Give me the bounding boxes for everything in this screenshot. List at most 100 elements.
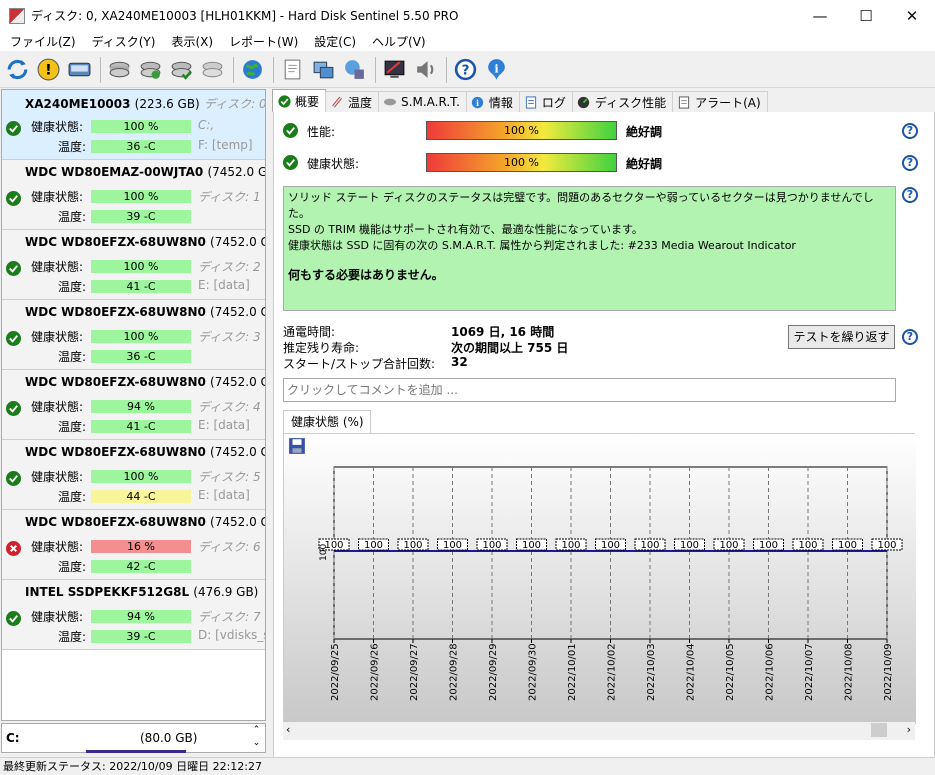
disk-list-item[interactable]: WDC WD80EFZX-68UW8N0 (7452.0 GB) 健康状態: 温度…	[2, 510, 265, 580]
power-on-label: 通電時間:	[283, 325, 336, 339]
chart-hscrollbar[interactable]: ‹ ›	[283, 722, 915, 740]
menu-report[interactable]: レポート(W)	[221, 33, 306, 50]
disk-name: WDC WD80EFZX-68UW8N0 (7452.0 GB)	[25, 305, 265, 319]
menu-help[interactable]: ヘルプ(V)	[364, 33, 434, 50]
hdd-info-icon[interactable]	[105, 55, 134, 84]
disk-volume-info: E: [data]	[198, 278, 250, 292]
tab-temperature[interactable]: 温度	[325, 91, 380, 112]
tab-alerts[interactable]: アラート(A)	[672, 91, 768, 112]
disk-health-bar: 100 %	[91, 260, 191, 273]
chart-tab-health[interactable]: 健康状態 (%)	[283, 410, 371, 433]
svg-text:i: i	[494, 62, 499, 76]
toolbar-separator	[100, 56, 101, 83]
temp-label: 温度:	[58, 210, 87, 224]
monitor-icon[interactable]	[380, 55, 409, 84]
status-line: SSD の TRIM 機能はサポートされ有効で、最適な性能になっています。	[288, 223, 643, 236]
tab-label: ログ	[541, 95, 566, 110]
health-chart-svg: 2022/09/25 2022/09/26 2022/09/27 2022/09/28…	[284, 434, 916, 724]
data-label: 100	[759, 540, 778, 551]
disk-temp-bar: 41 -C	[91, 420, 191, 433]
toolbar-separator	[233, 56, 234, 83]
status-line: ソリッド ステート ディスクのステータスは完璧です。問題のあるセクターや弱ってい…	[288, 191, 874, 220]
status-description: ソリッド ステート ディスクのステータスは完璧です。問題のあるセクターや弱ってい…	[283, 186, 896, 311]
retest-button[interactable]: テストを繰り返す	[788, 325, 895, 349]
tab-overview[interactable]: 概要	[272, 89, 327, 112]
gauge-icon	[577, 95, 591, 109]
health-meter: 100 %	[426, 153, 617, 172]
menu-view[interactable]: 表示(X)	[163, 33, 221, 50]
health-status-icon	[283, 155, 298, 170]
perf-label: 性能:	[307, 125, 336, 139]
svg-text:?: ?	[462, 63, 470, 79]
ok-status-icon	[6, 331, 21, 346]
hdd-test-icon[interactable]	[136, 55, 165, 84]
hdd-tool-icon[interactable]	[198, 55, 227, 84]
disk-list-item[interactable]: XA240ME10003 (223.6 GB) ディスク: 0 健康状態: 温度: 1…	[2, 90, 265, 160]
health-label: 健康状態:	[31, 470, 84, 484]
disk-icon[interactable]	[65, 55, 94, 84]
menu-file[interactable]: ファイル(Z)	[2, 33, 84, 50]
info-icon[interactable]: i	[482, 55, 511, 84]
network-icon[interactable]	[340, 55, 369, 84]
tab-info[interactable]: i 情報	[465, 91, 520, 112]
health-label: 健康状態:	[31, 400, 84, 414]
tab-label: 概要	[295, 94, 320, 109]
disk-list: XA240ME10003 (223.6 GB) ディスク: 0 健康状態: 温度: 1…	[1, 89, 266, 721]
data-label: 100	[640, 540, 659, 551]
temp-label: 温度:	[58, 280, 87, 294]
hdd-check-icon[interactable]	[167, 55, 196, 84]
ok-status-icon	[6, 401, 21, 416]
check-icon	[277, 94, 291, 108]
disk-health-bar: 100 %	[91, 190, 191, 203]
help-icon[interactable]: ?	[451, 55, 480, 84]
disk-side-info: C:,	[198, 118, 215, 132]
help-icon[interactable]: ?	[902, 187, 918, 203]
tab-smart[interactable]: S.M.A.R.T.	[378, 91, 467, 112]
close-button[interactable]: ✕	[889, 0, 935, 31]
disk-side-info: ディスク: 4	[198, 400, 261, 414]
help-icon[interactable]: ?	[902, 123, 918, 139]
x-tick-label: 2022/10/01	[567, 643, 578, 701]
disk-health-bar: 100 %	[91, 330, 191, 343]
disk-list-item[interactable]: WDC WD80EFZX-68UW8N0 (7452.0 GB) 健康状態: 温度…	[2, 300, 265, 370]
maximize-button[interactable]: ☐	[843, 0, 889, 31]
tab-log[interactable]: ログ	[518, 91, 573, 112]
disk-volume-info: F: [temp]	[198, 138, 253, 152]
info-icon: i	[471, 95, 485, 109]
x-tick-label: 2022/10/09	[883, 643, 894, 701]
disk-name: WDC WD80EFZX-68UW8N0 (7452.0 GB)	[25, 445, 265, 459]
health-label: 健康状態:	[307, 157, 360, 171]
disk-side-info: ディスク: 5	[198, 470, 261, 484]
menu-settings[interactable]: 設定(C)	[306, 33, 364, 50]
refresh-icon[interactable]	[3, 55, 32, 84]
disk-health-bar: 100 %	[91, 470, 191, 483]
disk-list-item[interactable]: WDC WD80EFZX-68UW8N0 (7452.0 GB) 健康状態: 温度…	[2, 440, 265, 510]
error-status-icon	[6, 541, 21, 556]
warning-icon[interactable]: !	[34, 55, 63, 84]
disk-list-item[interactable]: INTEL SSDPEKKF512G8L (476.9 GB) 健康状態: 温度:…	[2, 580, 265, 650]
sound-icon[interactable]	[411, 55, 440, 84]
globe-icon[interactable]	[238, 55, 267, 84]
tab-label: S.M.A.R.T.	[401, 95, 460, 109]
svg-text:!: !	[45, 62, 52, 79]
perf-rating: 絶好調	[626, 125, 663, 139]
sync-icon[interactable]	[309, 55, 338, 84]
disk-list-item[interactable]: WDC WD80EFZX-68UW8N0 (7452.0 GB) 健康状態: 温度…	[2, 230, 265, 300]
disk-list-item[interactable]: WDC WD80EFZX-68UW8N0 (7452.0 GB) 健康状態: 温度…	[2, 370, 265, 440]
save-icon[interactable]	[288, 437, 306, 455]
overview-panel: 性能: 100 % 絶好調 ? 健康状態: 100 % 絶好調 ? ソリッド ス…	[273, 112, 935, 758]
tab-performance[interactable]: ディスク性能	[571, 91, 674, 112]
volume-scrollbar[interactable]: ⌃ ⌄	[248, 724, 265, 752]
comment-input[interactable]: クリックしてコメントを追加 ...	[283, 378, 896, 402]
help-icon[interactable]: ?	[902, 329, 918, 345]
disk-name: INTEL SSDPEKKF512G8L (476.9 GB)	[25, 585, 259, 599]
alert-doc-icon	[677, 95, 691, 109]
health-chart: 2022/09/25 2022/09/26 2022/09/27 2022/09/28…	[283, 433, 916, 740]
minimize-button[interactable]: —	[797, 0, 843, 31]
x-tick-label: 2022/09/29	[488, 643, 499, 701]
status-line: 健康状態は SSD に固有の次の S.M.A.R.T. 属性から判定されました:…	[288, 239, 796, 252]
report-icon[interactable]	[278, 55, 307, 84]
help-icon[interactable]: ?	[902, 155, 918, 171]
menu-disk[interactable]: ディスク(Y)	[84, 33, 164, 50]
disk-list-item[interactable]: WDC WD80EMAZ-00WJTA0 (7452.0 GB) 健康状態: 温度…	[2, 160, 265, 230]
